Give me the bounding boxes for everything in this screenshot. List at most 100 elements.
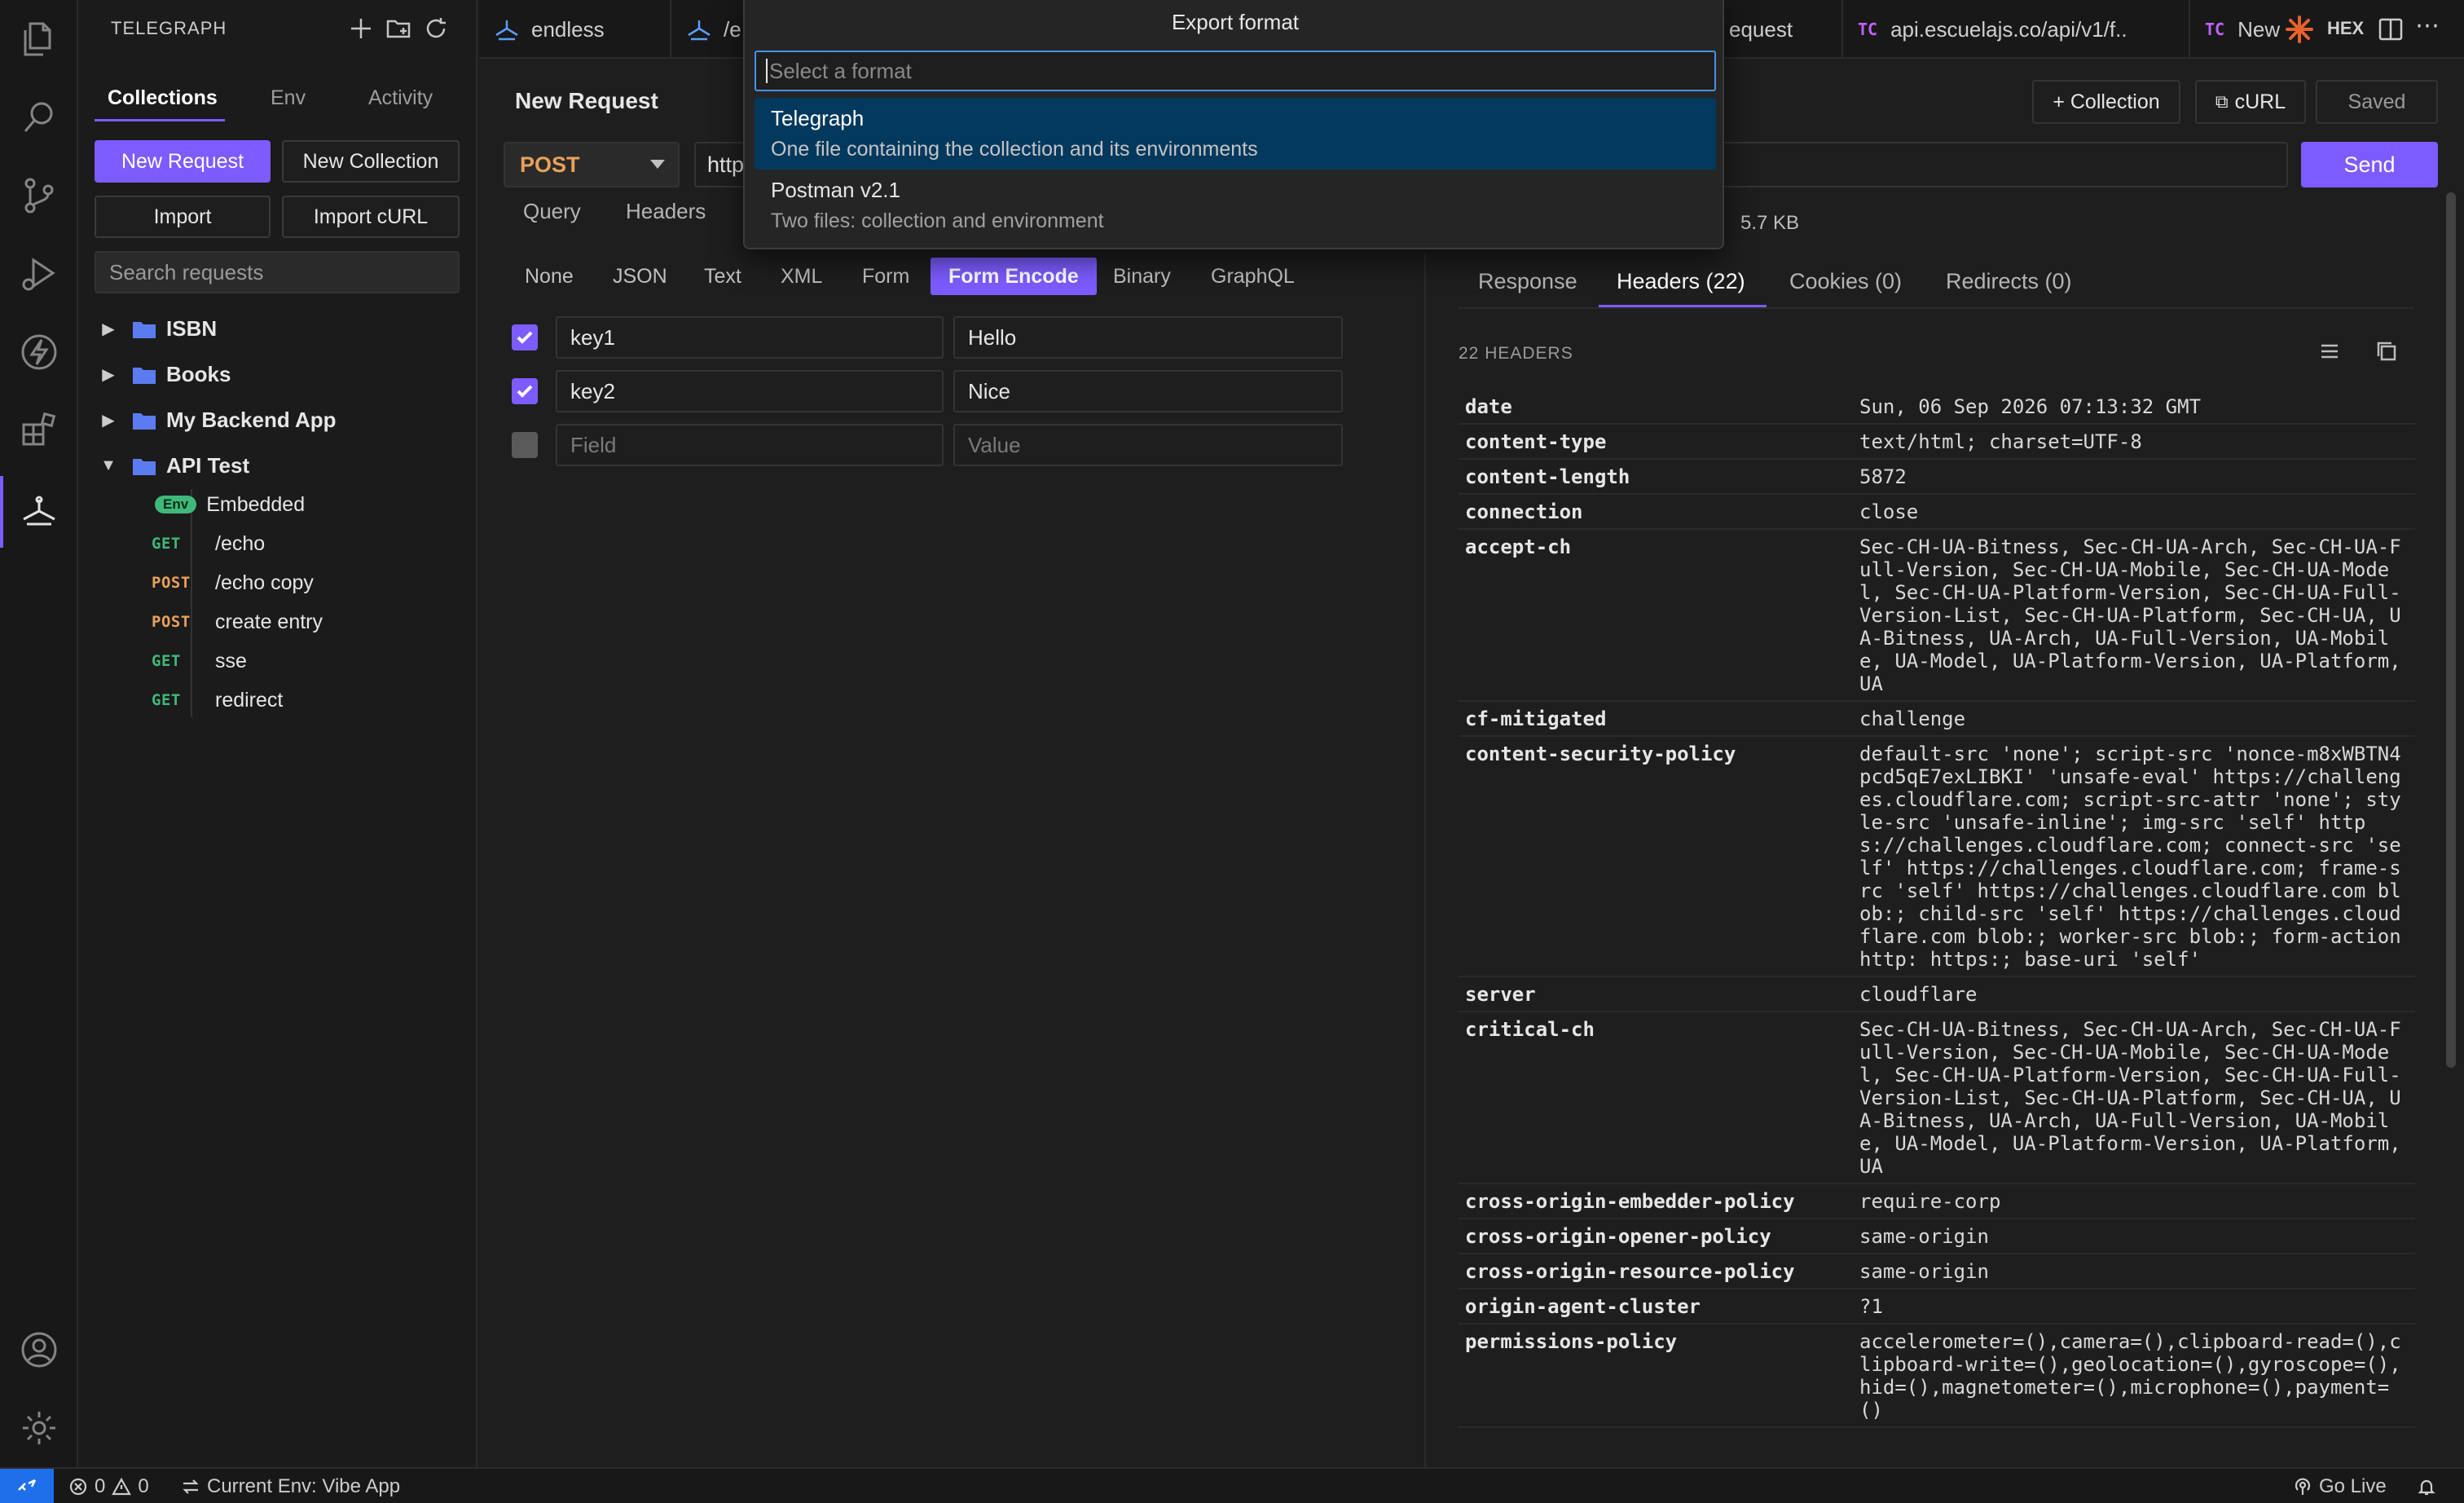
refresh-icon[interactable] bbox=[420, 13, 451, 44]
explorer-icon[interactable] bbox=[18, 18, 60, 60]
tab-divider bbox=[1459, 307, 2413, 309]
field-checkbox[interactable] bbox=[512, 324, 538, 350]
telegraph-icon[interactable] bbox=[18, 491, 60, 533]
source-control-icon[interactable] bbox=[18, 174, 60, 217]
run-debug-icon[interactable] bbox=[18, 253, 60, 295]
hex-button[interactable]: HEX bbox=[2327, 18, 2364, 39]
field-key-input[interactable]: Field bbox=[556, 424, 944, 466]
header-value: ?1 bbox=[1859, 1295, 1883, 1318]
go-live-button[interactable]: Go Live bbox=[2293, 1469, 2387, 1503]
account-icon[interactable] bbox=[18, 1329, 60, 1371]
format-search-input[interactable]: Select a format bbox=[755, 51, 1716, 91]
request-item[interactable]: GET sse bbox=[152, 642, 247, 680]
method-badge: GET bbox=[152, 691, 181, 709]
palette-title: Export format bbox=[1171, 10, 1300, 34]
body-type-graphql[interactable]: GraphQL bbox=[1193, 258, 1313, 295]
method-badge: POST bbox=[152, 613, 191, 631]
field-checkbox[interactable] bbox=[512, 432, 538, 458]
body-type-text[interactable]: Text bbox=[686, 258, 759, 295]
body-type-xml[interactable]: XML bbox=[763, 258, 840, 295]
extensions-icon[interactable] bbox=[18, 409, 60, 452]
format-option-postman[interactable]: Postman v2.1 Two files: collection and e… bbox=[755, 170, 1716, 241]
saved-button[interactable]: Saved bbox=[2316, 80, 2438, 124]
header-row: cross-origin-embedder-policy require-corp bbox=[1459, 1184, 2415, 1219]
editor-tab[interactable]: TC api.escuelajs.co/api/v1/f.. bbox=[1843, 0, 2190, 59]
import-button[interactable]: Import bbox=[95, 196, 271, 238]
tab-label: endless bbox=[531, 16, 605, 42]
header-row: content-security-policy default-src 'none… bbox=[1459, 737, 2415, 977]
field-checkbox[interactable] bbox=[512, 378, 538, 404]
new-request-button[interactable]: New Request bbox=[95, 140, 271, 183]
search-input[interactable]: Search requests bbox=[95, 251, 460, 293]
add-collection-button[interactable]: + Collection bbox=[2032, 80, 2180, 124]
method-select[interactable]: POST bbox=[504, 142, 680, 187]
sparkle-icon[interactable] bbox=[2285, 15, 2314, 44]
import-curl-button[interactable]: Import cURL bbox=[282, 196, 460, 238]
field-value-input[interactable]: Value bbox=[953, 424, 1343, 466]
tab-cookies[interactable]: Cookies (0) bbox=[1789, 269, 1902, 294]
body-type-json[interactable]: JSON bbox=[595, 258, 685, 295]
header-name: cross-origin-resource-policy bbox=[1465, 1260, 1795, 1283]
method-badge: GET bbox=[152, 652, 181, 670]
tab-collections[interactable]: Collections bbox=[108, 86, 218, 110]
tab-headers[interactable]: Headers bbox=[626, 199, 706, 224]
current-env-indicator[interactable]: Current Env: Vibe App bbox=[181, 1469, 400, 1503]
split-editor-icon[interactable] bbox=[2378, 16, 2404, 42]
header-row: cf-mitigated challenge bbox=[1459, 702, 2415, 737]
field-key-input[interactable]: key1 bbox=[556, 316, 944, 359]
request-item[interactable]: GET redirect bbox=[152, 681, 283, 719]
problems-indicator[interactable]: 0 0 bbox=[68, 1469, 149, 1503]
gear-icon[interactable] bbox=[18, 1407, 60, 1449]
header-value: require-corp bbox=[1859, 1190, 2001, 1213]
field-value-input[interactable]: Nice bbox=[953, 370, 1343, 412]
header-value: Sec-CH-UA-Bitness, Sec-CH-UA-Arch, Sec-C… bbox=[1859, 1018, 2401, 1178]
body-type-none[interactable]: None bbox=[507, 258, 592, 295]
lightning-icon[interactable] bbox=[18, 331, 60, 373]
folder-books[interactable]: ▶ Books bbox=[99, 355, 231, 393]
body-type-form-encode[interactable]: Form Encode bbox=[931, 258, 1097, 295]
folder-my-backend-app[interactable]: ▶ My Backend App bbox=[99, 401, 336, 439]
bell-icon[interactable] bbox=[2417, 1469, 2436, 1503]
remote-indicator[interactable] bbox=[0, 1469, 54, 1503]
tab-underline bbox=[95, 119, 225, 121]
folder-api-test[interactable]: ▼ API Test bbox=[99, 447, 249, 484]
header-row: server cloudflare bbox=[1459, 977, 2415, 1012]
tab-redirects[interactable]: Redirects (0) bbox=[1946, 269, 2072, 294]
editor-tab[interactable]: equest bbox=[1724, 0, 1843, 59]
field-value-input[interactable]: Hello bbox=[953, 316, 1343, 359]
env-item-embedded[interactable]: Env Embedded bbox=[155, 486, 305, 523]
tab-response[interactable]: Response bbox=[1478, 269, 1577, 294]
tab-query[interactable]: Query bbox=[523, 199, 581, 224]
editor-tab[interactable]: endless bbox=[479, 0, 671, 59]
add-icon[interactable] bbox=[345, 13, 376, 44]
more-actions-icon[interactable]: ⋯ bbox=[2415, 11, 2440, 40]
env-label: Embedded bbox=[206, 492, 306, 516]
header-name: connection bbox=[1465, 500, 1583, 523]
tab-env[interactable]: Env bbox=[271, 86, 306, 110]
scrollbar-thumb[interactable] bbox=[2446, 192, 2456, 1068]
header-row: content-type text/html; charset=UTF-8 bbox=[1459, 425, 2415, 460]
request-item[interactable]: POST create entry bbox=[152, 603, 323, 641]
tab-response-headers[interactable]: Headers (22) bbox=[1617, 269, 1745, 294]
request-item[interactable]: POST /echo copy bbox=[152, 564, 314, 602]
panel-divider[interactable] bbox=[1424, 253, 1426, 1467]
list-view-icon[interactable] bbox=[2317, 339, 2345, 367]
format-option-telegraph[interactable]: Telegraph One file containing the collec… bbox=[755, 98, 1716, 170]
current-env-label: Current Env: Vibe App bbox=[207, 1475, 401, 1497]
send-button[interactable]: Send bbox=[2301, 142, 2438, 187]
body-type-binary[interactable]: Binary bbox=[1095, 258, 1189, 295]
warning-count: 0 bbox=[138, 1475, 149, 1497]
tab-activity[interactable]: Activity bbox=[368, 86, 433, 110]
folder-isbn[interactable]: ▶ ISBN bbox=[99, 310, 217, 347]
new-collection-button[interactable]: New Collection bbox=[282, 140, 460, 183]
field-key-input[interactable]: key2 bbox=[556, 370, 944, 412]
new-folder-icon[interactable] bbox=[383, 13, 414, 44]
header-name: server bbox=[1465, 983, 1536, 1006]
body-type-form[interactable]: Form bbox=[844, 258, 927, 295]
option-label: Postman v2.1 bbox=[771, 178, 900, 202]
search-icon[interactable] bbox=[18, 96, 60, 139]
header-name: critical-ch bbox=[1465, 1018, 1595, 1041]
copy-icon[interactable] bbox=[2374, 339, 2402, 367]
curl-button[interactable]: ⧉ cURL bbox=[2195, 80, 2306, 124]
request-item[interactable]: GET /echo bbox=[152, 525, 265, 562]
